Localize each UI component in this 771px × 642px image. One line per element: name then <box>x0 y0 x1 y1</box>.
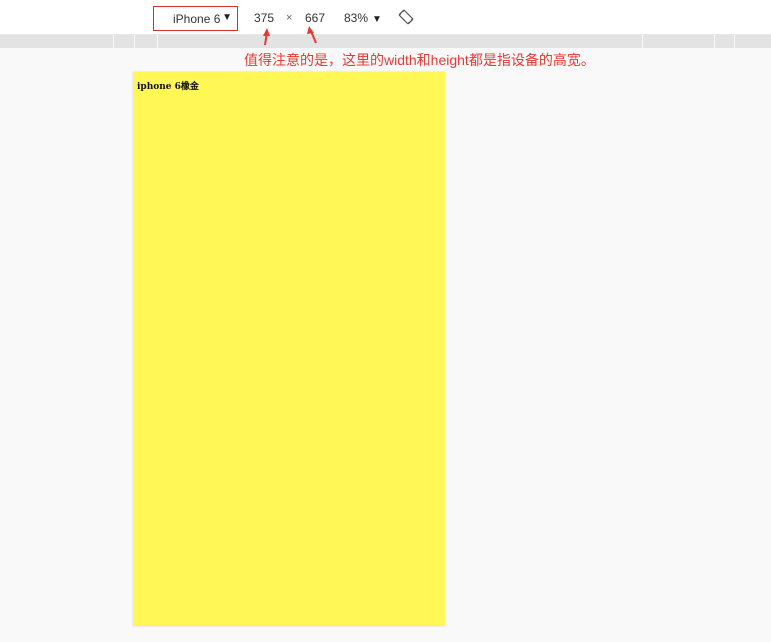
device-dropdown[interactable]: iPhone 6 ▼ <box>153 6 238 31</box>
arrow-up-icon <box>263 28 270 46</box>
ruler-tick <box>642 35 643 48</box>
ruler-tick <box>734 35 735 48</box>
ruler-tick <box>113 35 114 48</box>
device-name: iPhone 6 <box>173 11 221 26</box>
caret-down-icon: ▼ <box>372 14 382 25</box>
page-text: iphone 6橡金 <box>137 82 199 92</box>
annotation-text: 值得注意的是，这里的width和height都是指设备的高宽。 <box>244 52 595 68</box>
arrow-up-icon <box>307 26 317 44</box>
device-viewport[interactable]: iphone 6橡金 <box>133 72 445 626</box>
width-field[interactable]: 375 <box>254 11 276 25</box>
ruler-tick <box>134 35 135 48</box>
ruler-tick <box>157 35 158 48</box>
caret-down-icon: ▼ <box>222 12 232 23</box>
device-toolbar: iPhone 6 ▼ 375 × 667 83% ▼ <box>0 0 771 35</box>
rotate-icon[interactable] <box>398 9 414 25</box>
dimension-separator: × <box>286 12 293 24</box>
ruler-tick <box>714 35 715 48</box>
zoom-dropdown[interactable]: 83% ▼ <box>344 11 382 25</box>
zoom-value: 83% <box>344 11 369 25</box>
height-field[interactable]: 667 <box>305 11 327 25</box>
media-query-ruler[interactable] <box>0 35 771 48</box>
